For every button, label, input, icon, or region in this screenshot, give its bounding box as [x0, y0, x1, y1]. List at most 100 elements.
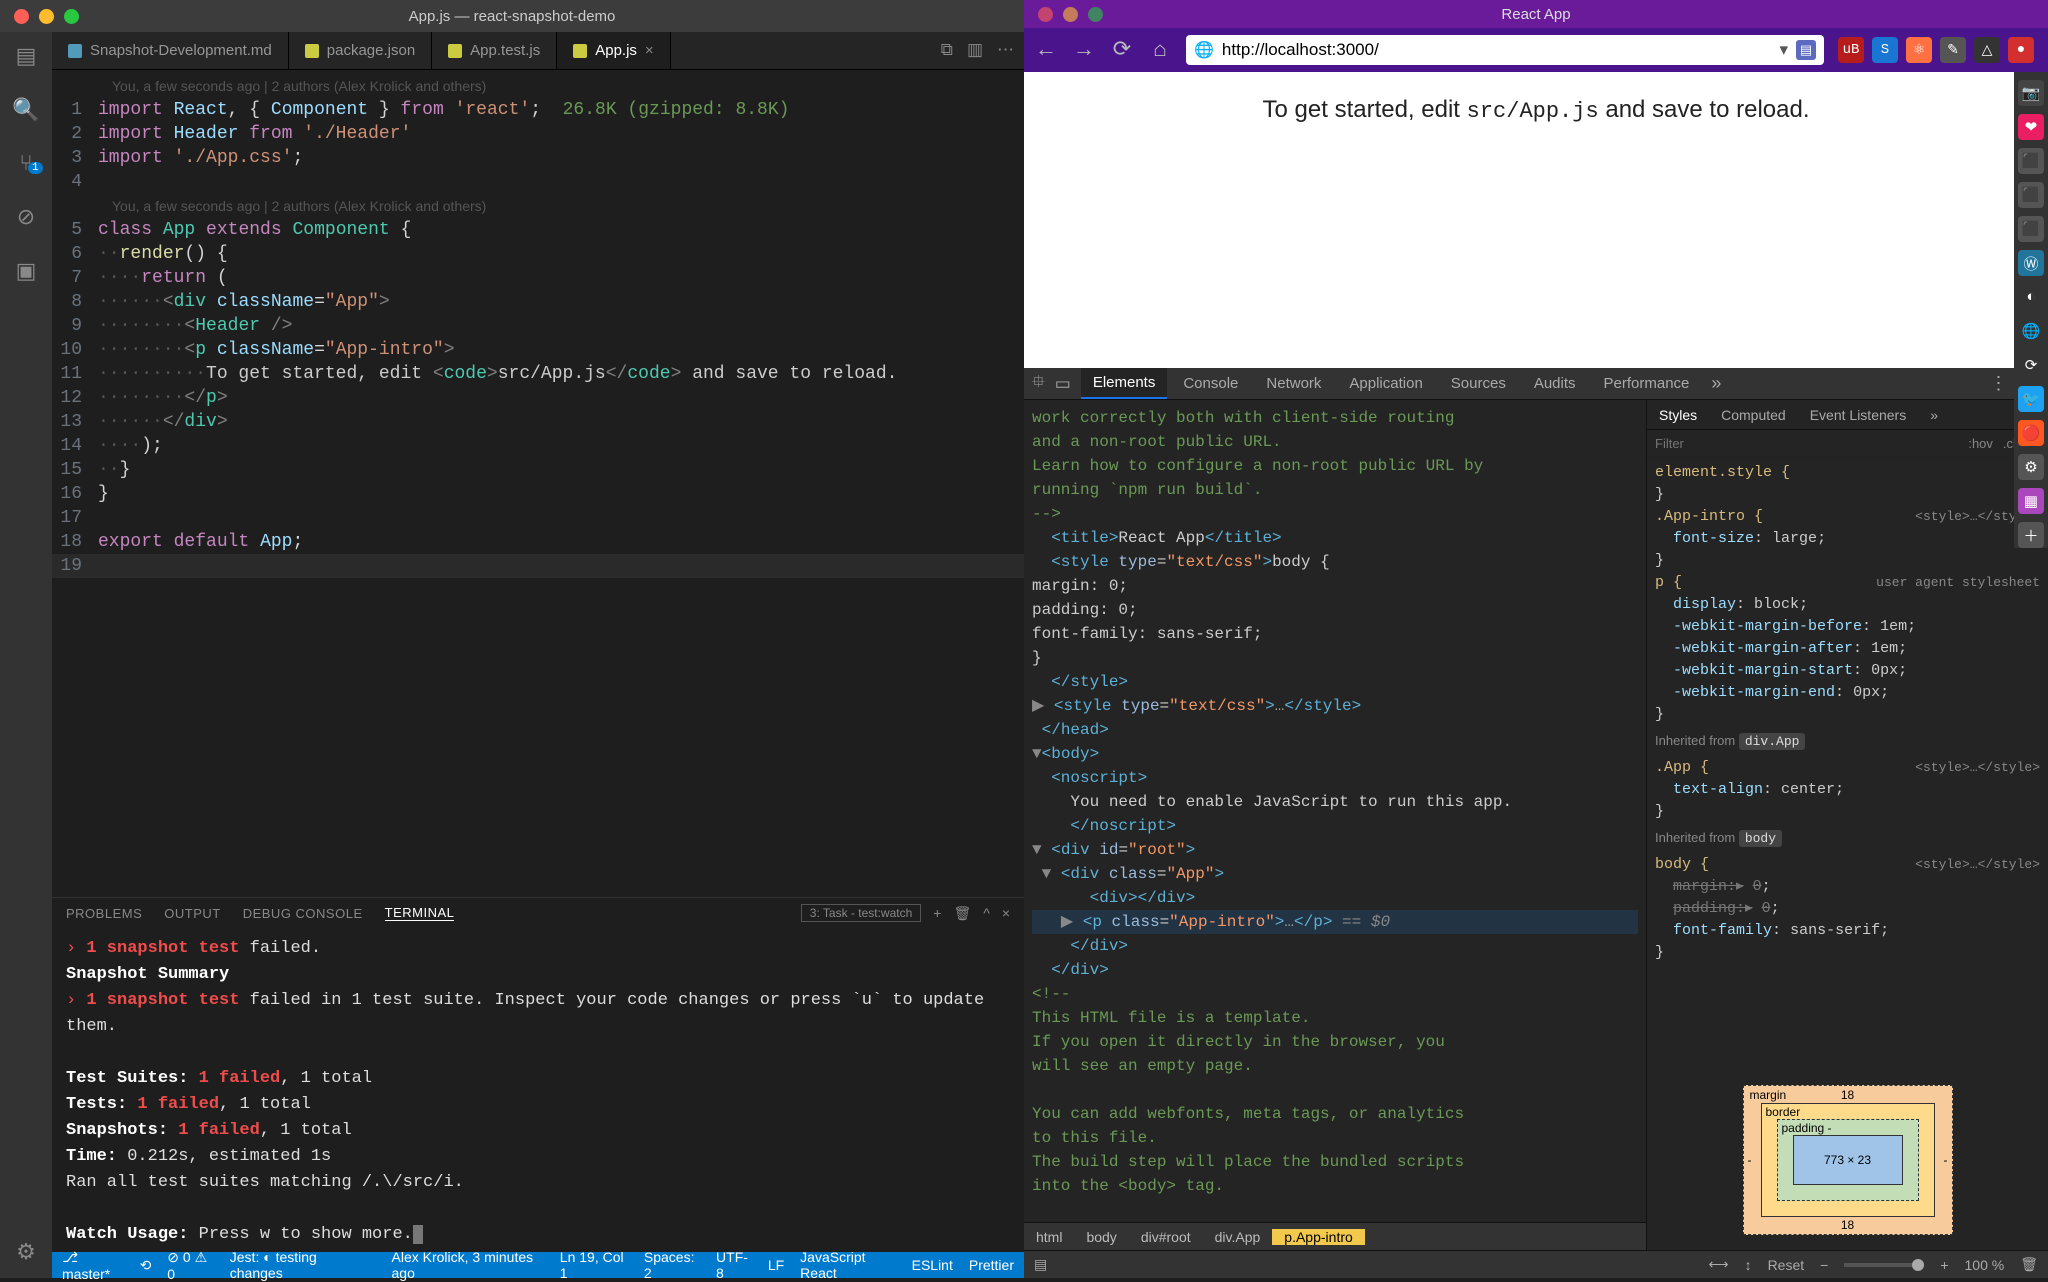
code-editor[interactable]: You, a few seconds ago | 2 authors (Alex…: [52, 70, 1024, 897]
devtools-menu-icon[interactable]: ⋮: [1983, 373, 2013, 394]
encoding[interactable]: UTF-8: [716, 1249, 752, 1281]
side-ext-add-icon[interactable]: ＋: [2018, 522, 2044, 548]
problems-count[interactable]: ⊘ 0 ⚠ 0: [167, 1249, 213, 1282]
compare-changes-icon[interactable]: ⧉: [941, 41, 953, 61]
trash-icon[interactable]: 🗑: [2020, 1256, 2038, 1273]
pocket-icon[interactable]: ●: [2008, 37, 2034, 63]
close-panel-icon[interactable]: ×: [1002, 905, 1010, 921]
tab-elements[interactable]: Elements: [1081, 368, 1168, 399]
side-ext-wordpress-icon[interactable]: Ⓦ: [2018, 250, 2044, 276]
tab-performance[interactable]: Performance: [1592, 368, 1702, 399]
reset-zoom[interactable]: Reset: [1768, 1257, 1805, 1273]
responsive-height-icon[interactable]: ↕: [1745, 1257, 1752, 1273]
globe-icon: 🌐: [1194, 40, 1214, 60]
side-ext-8[interactable]: 🌐: [2018, 318, 2044, 344]
dom-tree[interactable]: work correctly both with client-side rou…: [1024, 400, 1646, 1222]
indent[interactable]: Spaces: 2: [644, 1249, 700, 1281]
device-toolbar-icon[interactable]: ▭: [1055, 374, 1071, 394]
url-input[interactable]: [1222, 40, 1772, 60]
crumb-root[interactable]: div#root: [1129, 1229, 1203, 1245]
search-icon[interactable]: 🔍: [12, 98, 39, 124]
home-button[interactable]: ⌂: [1148, 38, 1172, 63]
explorer-icon[interactable]: ▤: [16, 44, 37, 70]
close-tab-icon[interactable]: ×: [645, 42, 654, 59]
tab-app-js[interactable]: App.js×: [557, 32, 670, 69]
kill-terminal-icon[interactable]: 🗑: [953, 905, 971, 922]
more-tabs-icon[interactable]: »: [1705, 373, 1727, 394]
codelens-authors[interactable]: You, a few seconds ago | 2 authors (Alex…: [98, 74, 486, 98]
jest-status[interactable]: Jest: ◐ testing changes: [230, 1249, 360, 1281]
ext-icon-4[interactable]: ✎: [1940, 37, 1966, 63]
crumb-app[interactable]: div.App: [1203, 1229, 1273, 1245]
maximize-panel-icon[interactable]: ^: [983, 905, 990, 921]
toggle-hov[interactable]: :hov: [1968, 436, 1993, 451]
box-model[interactable]: margin 18 18 - - border padding - 773 × …: [1647, 1070, 2048, 1250]
cursor-position[interactable]: Ln 19, Col 1: [560, 1249, 628, 1281]
responsive-width-icon[interactable]: ⟷: [1708, 1256, 1728, 1273]
stylus-icon[interactable]: S: [1872, 37, 1898, 63]
side-ext-7[interactable]: ◐: [2018, 284, 2044, 310]
codelens-authors-2[interactable]: You, a few seconds ago | 2 authors (Alex…: [98, 194, 486, 218]
crumb-html[interactable]: html: [1024, 1229, 1074, 1245]
tab-application[interactable]: Application: [1337, 368, 1434, 399]
panel-tab-debug[interactable]: DEBUG CONSOLE: [243, 906, 363, 921]
styles-filter-input[interactable]: [1655, 436, 1958, 451]
side-ext-1[interactable]: 📷: [2018, 80, 2044, 106]
more-actions-icon[interactable]: ⋯: [997, 40, 1014, 61]
split-editor-icon[interactable]: ▥: [967, 40, 983, 61]
ublock-icon[interactable]: uB: [1838, 37, 1864, 63]
prettier-status[interactable]: Prettier: [969, 1257, 1014, 1273]
style-rules[interactable]: element.style { } <style>…</style>.App-i…: [1647, 458, 2048, 1070]
extensions-icon[interactable]: ▣: [16, 259, 37, 285]
terminal-selector[interactable]: 3: Task - test:watch: [801, 904, 922, 922]
eol[interactable]: LF: [768, 1257, 784, 1273]
tab-app-test[interactable]: App.test.js: [432, 32, 557, 69]
url-dropdown-icon[interactable]: ▾: [1779, 40, 1788, 60]
tab-snapshot-dev[interactable]: Snapshot-Development.md: [52, 32, 289, 69]
eslint-status[interactable]: ESLint: [912, 1257, 953, 1273]
tab-package-json[interactable]: package.json: [289, 32, 432, 69]
dom-breadcrumb: html body div#root div.App p.App-intro: [1024, 1222, 1646, 1250]
url-bar[interactable]: 🌐 ▾ ▤: [1186, 35, 1824, 65]
side-ext-5[interactable]: ⬛: [2018, 216, 2044, 242]
styles-tab-listeners[interactable]: Event Listeners: [1798, 407, 1919, 423]
side-ext-4[interactable]: ⬛: [2018, 182, 2044, 208]
panel-tab-problems[interactable]: PROBLEMS: [66, 906, 142, 921]
side-ext-2[interactable]: ❤: [2018, 114, 2044, 140]
tab-console[interactable]: Console: [1171, 368, 1250, 399]
ext-icon-5[interactable]: △: [1974, 37, 2000, 63]
side-ext-twitter-icon[interactable]: 🐦: [2018, 386, 2044, 412]
new-terminal-icon[interactable]: +: [933, 905, 941, 921]
sync-icon[interactable]: ⟲: [140, 1257, 152, 1274]
settings-gear-icon[interactable]: ⚙: [16, 1240, 36, 1266]
inspect-element-icon[interactable]: ⯐: [1032, 369, 1045, 398]
debug-icon[interactable]: ⊘: [17, 205, 35, 231]
panel-tab-terminal[interactable]: TERMINAL: [385, 905, 455, 921]
reload-button[interactable]: ⟳: [1110, 37, 1134, 63]
forward-button[interactable]: →: [1072, 38, 1096, 63]
console-drawer-icon[interactable]: ▤: [1034, 1256, 1047, 1273]
git-branch[interactable]: ⎇ master*: [62, 1249, 124, 1282]
side-ext-12[interactable]: ⚙: [2018, 454, 2044, 480]
side-ext-11[interactable]: 🔴: [2018, 420, 2044, 446]
styles-tab-styles[interactable]: Styles: [1647, 407, 1709, 423]
tab-sources[interactable]: Sources: [1439, 368, 1518, 399]
more-styles-tabs-icon[interactable]: »: [1918, 407, 1950, 423]
zoom-in-icon[interactable]: +: [1940, 1257, 1948, 1273]
back-button[interactable]: ←: [1034, 38, 1058, 63]
git-blame[interactable]: Alex Krolick, 3 minutes ago: [392, 1249, 544, 1281]
react-devtools-icon[interactable]: ⚛: [1906, 37, 1932, 63]
zoom-out-icon[interactable]: −: [1820, 1257, 1828, 1273]
language-mode[interactable]: JavaScript React: [800, 1249, 895, 1281]
styles-tab-computed[interactable]: Computed: [1709, 407, 1798, 423]
side-ext-13[interactable]: ▦: [2018, 488, 2044, 514]
side-ext-9[interactable]: ⟳: [2018, 352, 2044, 378]
reader-mode-icon[interactable]: ▤: [1796, 40, 1816, 60]
terminal-output[interactable]: › 1 snapshot test failed. Snapshot Summa…: [52, 928, 1024, 1252]
tab-network[interactable]: Network: [1254, 368, 1333, 399]
crumb-body[interactable]: body: [1074, 1229, 1128, 1245]
panel-tab-output[interactable]: OUTPUT: [164, 906, 220, 921]
side-ext-3[interactable]: ⬛: [2018, 148, 2044, 174]
tab-audits[interactable]: Audits: [1522, 368, 1588, 399]
crumb-app-intro[interactable]: p.App-intro: [1272, 1229, 1364, 1245]
